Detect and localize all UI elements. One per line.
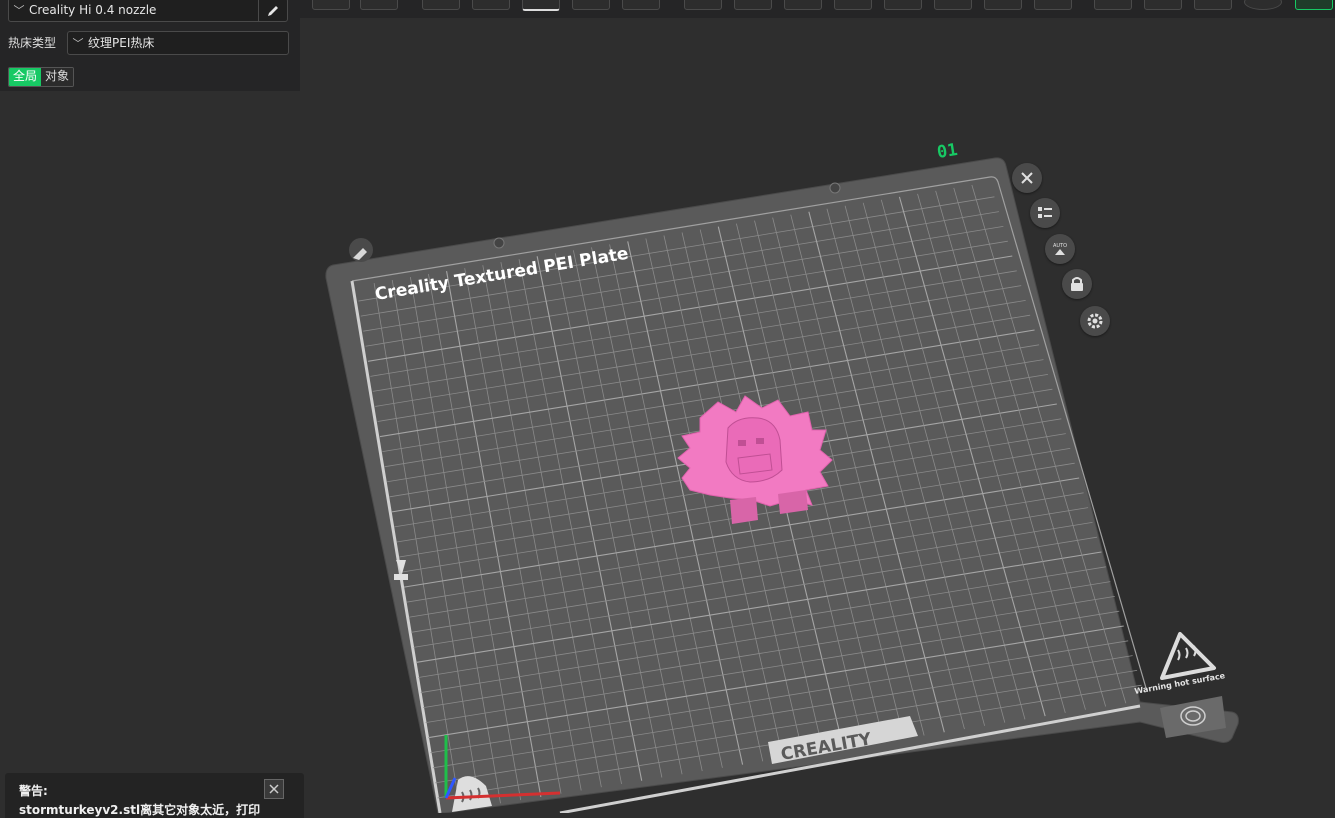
edit-printer-button[interactable] [258,0,287,21]
warning-notification: 警告: stormturkeyv2.stl离其它对象太近，打印 [5,773,304,818]
close-notification-button[interactable] [264,779,284,799]
tab-object[interactable]: 对象 [41,68,74,86]
tab-global[interactable]: 全局 [9,68,42,86]
toolbar-button[interactable] [1194,0,1232,10]
chevron-down-icon: ﹀ [13,4,25,17]
top-toolbar [300,0,1335,18]
chevron-down-icon: ﹀ [72,37,84,50]
bed-type-value: 纹理PEI热床 [88,36,155,50]
toolbar-button[interactable] [1244,0,1282,10]
toolbar-button[interactable] [684,0,722,10]
toolbar-button[interactable] [312,0,350,10]
toolbar-button[interactable] [1295,0,1333,10]
hot-surface-icon [1160,632,1216,680]
toolbar-button[interactable] [522,0,560,11]
toolbar-button[interactable] [834,0,872,10]
bed-type-select[interactable]: ﹀ 纹理PEI热床 [67,31,289,55]
close-icon [269,784,279,794]
warning-message: stormturkeyv2.stl离其它对象太近，打印 [19,803,261,817]
gear-icon[interactable] [1080,306,1110,336]
svg-text:AUTO: AUTO [1053,243,1067,249]
close-icon[interactable] [1012,163,1042,193]
toolbar-button[interactable] [472,0,510,10]
settings-panel: ﹀ Creality Hi 0.4 nozzle 热床类型 ﹀ 纹理PEI热床 全局… [0,0,300,91]
toolbar-button[interactable] [422,0,460,10]
toolbar-button[interactable] [884,0,922,10]
printer-select[interactable]: ﹀ Creality Hi 0.4 nozzle [8,0,288,22]
bed-type-label: 热床类型 [8,36,57,50]
toolbar-button[interactable] [572,0,610,10]
3d-viewport[interactable]: Creality Textured PEI Plate 01 CREALITY … [0,0,1335,813]
scope-tabs: 全局 对象 [8,67,75,87]
toolbar-button[interactable] [984,0,1022,10]
toolbar-button[interactable] [1034,0,1072,10]
toolbar-button[interactable] [1144,0,1182,10]
warning-title: 警告: [19,784,48,798]
objects-list-icon[interactable] [1030,198,1060,228]
printer-name: Creality Hi 0.4 nozzle [29,3,157,17]
toolbar-button[interactable] [934,0,972,10]
toolbar-button[interactable] [1094,0,1132,10]
toolbar-button[interactable] [360,0,398,10]
lock-icon[interactable] [1062,269,1092,299]
pencil-icon[interactable] [349,238,373,262]
toolbar-button[interactable] [784,0,822,10]
auto-orient-icon[interactable]: AUTO [1045,234,1075,264]
toolbar-button[interactable] [734,0,772,10]
toolbar-button[interactable] [622,0,660,10]
pencil-icon [267,5,278,16]
plate-number[interactable]: 01 [936,140,959,163]
